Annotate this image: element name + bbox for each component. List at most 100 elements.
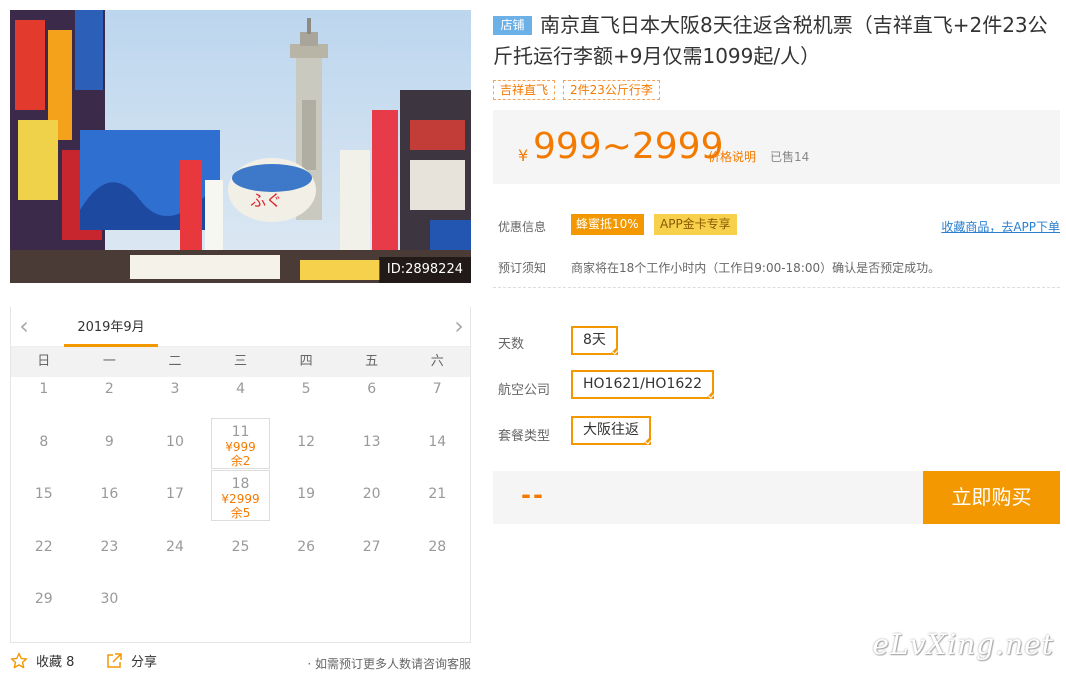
selected-check-icon (705, 390, 715, 399)
divider (493, 287, 1060, 288)
calendar-day: 2 (77, 377, 143, 430)
chevron-left-icon[interactable]: ‹ (14, 314, 34, 340)
calendar-day: 27 (339, 535, 405, 588)
product-tag: 吉祥直飞 (493, 80, 556, 100)
calendar-day: 30 (77, 587, 143, 640)
info-section: 优惠信息 蜂蜜抵10% APP金卡专享 收藏商品，去APP下单 预订须知 商家将… (493, 214, 1060, 300)
app-order-link[interactable]: 收藏商品，去APP下单 (941, 218, 1060, 235)
favorite-button[interactable]: 收藏 8 (10, 651, 74, 670)
price-range: 999~2999 (533, 126, 724, 167)
option-airline-button[interactable]: HO1621/HO1622 (571, 370, 715, 399)
price-explain-link[interactable]: 价格说明 (708, 148, 756, 165)
svg-text:ふぐ: ふぐ (250, 191, 282, 210)
buy-now-button[interactable]: 立即购买 (923, 471, 1060, 524)
share-label: 分享 (131, 655, 158, 670)
calendar-day: 23 (77, 535, 143, 588)
product-tags: 吉祥直飞 2件23公斤行李 (493, 80, 1060, 100)
promo-row: 优惠信息 蜂蜜抵10% APP金卡专享 收藏商品，去APP下单 (493, 214, 1060, 236)
calendar-day-number: 2 (104, 381, 114, 397)
selected-check-icon (642, 436, 651, 445)
calendar-day: 8 (11, 430, 77, 483)
calendar-day-number: 22 (34, 538, 53, 555)
calendar-day-number: 16 (100, 486, 119, 502)
contact-note: · 如需预订更多人数请咨询客服 (307, 657, 471, 671)
calendar-day-number: 26 (297, 538, 316, 555)
shop-badge: 店铺 (493, 16, 532, 35)
calendar-day-number: 28 (428, 538, 447, 555)
sold-count: 已售14 (770, 150, 810, 164)
calendar-day-stock: 余5 (230, 506, 251, 520)
calendar-day: 21 (404, 482, 470, 535)
bottom-actions: 收藏 8 分享 · 如需预订更多人数请咨询客服 (10, 651, 471, 677)
option-row-package: 套餐类型 大阪往返 (493, 412, 1060, 458)
calendar-day: 10 (142, 430, 208, 483)
calendar-day: 16 (77, 482, 143, 535)
notice-label: 预订须知 (498, 261, 547, 275)
currency-symbol: ¥ (518, 146, 529, 165)
product-title-text: 南京直飞日本大阪8天往返含税机票（吉祥直飞+2件23公斤托运行李额+9月仅需10… (493, 13, 1048, 68)
option-value: 大阪往返 (583, 422, 639, 438)
calendar-day-number: 15 (34, 486, 53, 502)
product-detail: 店铺 南京直飞日本大阪8天往返含税机票（吉祥直飞+2件23公斤托运行李额+9月仅需… (493, 10, 1060, 524)
date-calendar: ‹ 2019年9月 › 日 一 二 三 四 五 六 1 2 3 4 5 6 7 8 9 10 11 ¥… (10, 307, 472, 643)
calendar-day: 20 (339, 482, 405, 535)
option-label: 天数 (498, 337, 525, 352)
calendar-day: 14 (404, 430, 470, 483)
calendar-day: 12 (273, 430, 339, 483)
calendar-day-number: 11 (231, 423, 250, 440)
calendar-day-number: 10 (166, 433, 184, 450)
calendar-day: 25 (208, 535, 274, 588)
chevron-right-icon[interactable]: › (449, 314, 469, 340)
calendar-day-number: 19 (297, 486, 316, 502)
option-row-days: 天数 8天 (493, 320, 1060, 366)
weekday-label: 一 (102, 354, 116, 369)
option-days-button[interactable]: 8天 (571, 326, 618, 355)
option-row-airline: 航空公司 HO1621/HO1622 (493, 366, 1060, 412)
promo-tag-app-gold: APP金卡专享 (654, 214, 737, 235)
calendar-day-number: 18 (231, 476, 250, 492)
calendar-day-stock: 余2 (230, 453, 251, 468)
option-label: 套餐类型 (498, 429, 551, 444)
product-photo[interactable]: ふぐ ID:2898224 (10, 10, 471, 283)
calendar-day-number: 21 (428, 486, 447, 502)
calendar-month-tab[interactable]: 2019年9月 (64, 318, 158, 347)
calendar-day-number: 1 (39, 381, 49, 397)
calendar-day: 6 (339, 377, 405, 430)
notice-row: 预订须知 商家将在18个工作小时内（工作日9:00-18:00）确认是否预定成功… (493, 255, 1060, 277)
calendar-day-number: 7 (432, 381, 442, 397)
option-value: HO1621/HO1622 (583, 376, 703, 392)
calendar-day (339, 587, 405, 640)
calendar-day: 19 (273, 482, 339, 535)
calendar-day-number: 29 (34, 591, 53, 607)
calendar-day-available[interactable]: 18 ¥2999 余5 (208, 470, 274, 535)
selected-check-icon (608, 346, 618, 355)
calendar-grid: 1 2 3 4 5 6 7 8 9 10 11 ¥999 余2 12 13 14 15 16 17 18 ¥2999 余5… (11, 377, 470, 640)
calendar-day-number: 3 (170, 381, 180, 397)
calendar-day-number: 9 (104, 433, 114, 450)
weekday-label: 四 (299, 354, 313, 369)
calendar-day: 29 (11, 587, 77, 640)
calendar-day (273, 587, 339, 640)
calendar-day: 17 (142, 482, 208, 535)
calendar-day-number: 6 (367, 381, 377, 397)
share-button[interactable]: 分享 (105, 651, 157, 670)
calendar-day-number: 4 (236, 381, 245, 397)
calendar-day-number: 20 (362, 486, 381, 502)
site-watermark: eLvXing.net (872, 628, 1054, 661)
favorite-label: 收藏 8 (36, 655, 75, 670)
calendar-day-number: 23 (100, 538, 119, 555)
calendar-day-number: 8 (39, 433, 49, 450)
street-scene-image: ふぐ (10, 10, 471, 283)
star-icon (10, 652, 28, 668)
promo-label: 优惠信息 (498, 220, 547, 234)
calendar-day: 13 (339, 430, 405, 483)
product-tag: 2件23公斤行李 (563, 80, 660, 100)
calendar-day: 1 (11, 377, 77, 430)
total-price: -- (521, 481, 545, 509)
promo-tag-honey: 蜂蜜抵10% (571, 214, 644, 235)
calendar-day: 26 (273, 535, 339, 588)
calendar-day: 3 (142, 377, 208, 430)
option-package-button[interactable]: 大阪往返 (571, 416, 651, 445)
calendar-day: 24 (142, 535, 208, 588)
calendar-day-number: 13 (362, 433, 381, 450)
